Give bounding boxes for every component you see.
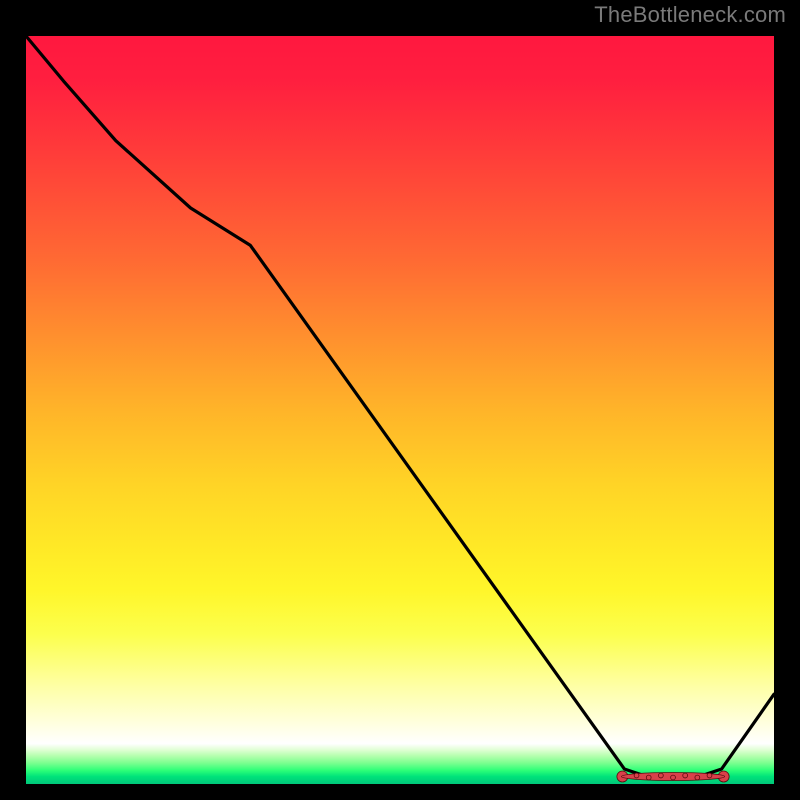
marker-dot-3 [658, 773, 663, 778]
marker-dot-4 [671, 775, 676, 780]
chart-svg [26, 36, 774, 784]
curve-path [26, 36, 774, 777]
attribution-label: TheBottleneck.com [594, 2, 786, 28]
marker-dot-2 [646, 775, 651, 780]
marker-dot-6 [695, 775, 700, 780]
chart-frame: TheBottleneck.com [0, 0, 800, 800]
marker-dot-7 [707, 773, 712, 778]
marker-dot-5 [683, 773, 688, 778]
marker-dot-1 [634, 773, 639, 778]
plot-area [26, 36, 774, 784]
bottleneck-curve [26, 36, 774, 777]
